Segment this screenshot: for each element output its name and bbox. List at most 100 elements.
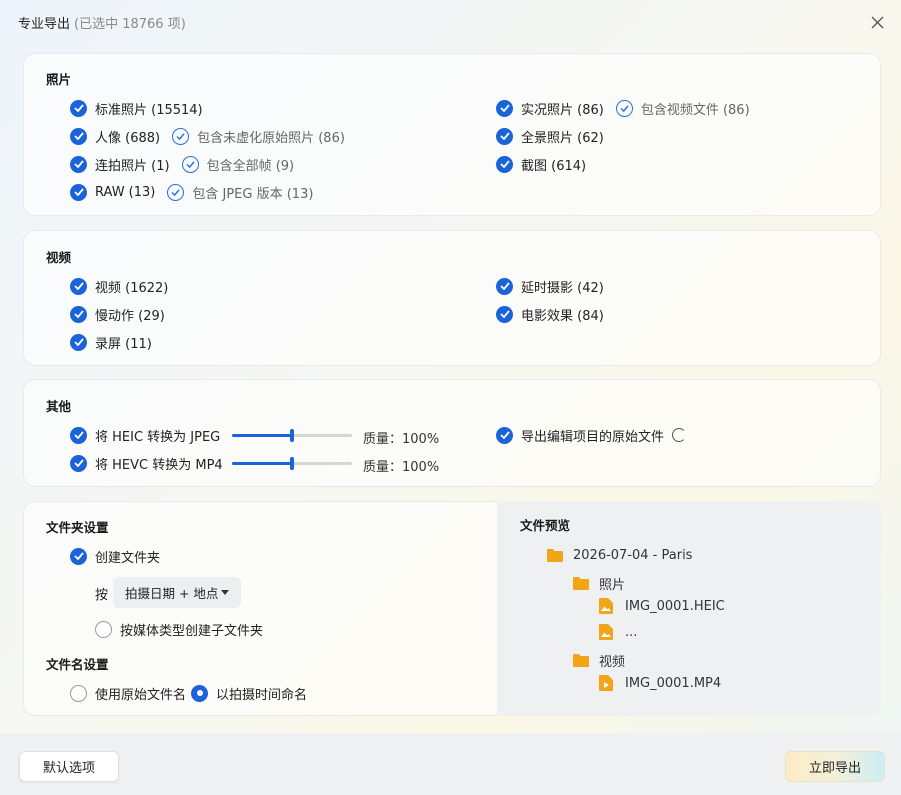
folder-by-value: 拍摄日期 + 地点 [125,586,219,601]
photo-portrait-option[interactable]: 人像 (688) 包含未虚化原始照片 (86) [70,126,345,146]
check-icon [73,104,84,112]
videos-section-title: 视频 [46,250,72,265]
checkbox-checked[interactable] [70,183,87,201]
export-originals-option[interactable]: 导出编辑项目的原始文件 [496,425,687,445]
photo-panorama-option[interactable]: 全景照片 (62) [496,126,604,146]
radio-checked[interactable] [191,684,208,702]
photo-screenshot-label: 截图 (614) [521,158,587,174]
create-folder-option[interactable]: 创建文件夹 [70,546,160,566]
photo-raw-label: RAW (13) [95,184,156,200]
check-icon [176,132,185,140]
video-timelapse-option[interactable]: 延时摄影 (42) [496,276,604,296]
check-icon [73,132,84,140]
photo-panorama-label: 全景照片 (62) [521,130,604,146]
close-button[interactable] [867,12,887,32]
sub-checkbox-checked[interactable] [167,183,185,201]
check-icon [73,459,84,467]
checkbox-checked[interactable] [70,305,87,323]
check-icon [499,282,510,290]
other-section-title: 其他 [46,399,72,414]
slider-thumb[interactable] [290,456,294,470]
sub-checkbox-checked[interactable] [172,127,190,145]
file-preview-title: 文件预览 [520,518,571,533]
photo-raw-option[interactable]: RAW (13) 包含 JPEG 版本 (13) [70,182,313,202]
heic-convert-option[interactable]: 将 HEIC 转换为 JPEG [70,425,220,445]
check-icon [499,104,510,112]
heic-convert-label: 将 HEIC 转换为 JPEG [95,429,221,445]
folder-by-dropdown[interactable]: 拍摄日期 + 地点 [113,577,241,608]
video-video-option[interactable]: 视频 (1622) [70,276,168,296]
folder-settings-title: 文件夹设置 [46,520,109,535]
checkbox-checked[interactable] [70,547,87,565]
checkbox-checked[interactable] [70,454,87,472]
close-icon [871,16,883,28]
tree-file-more-label: ... [625,624,638,640]
photo-burst-label: 连拍照片 (1) [95,158,170,174]
tree-file-mp4-label: IMG_0001.MP4 [625,675,722,691]
radio-unchecked[interactable] [95,620,112,638]
video-screenrec-label: 录屏 (11) [95,336,152,352]
default-options-button[interactable]: 默认选项 [19,751,119,782]
check-icon [73,188,84,196]
checkbox-checked[interactable] [70,99,87,117]
tree-videos-folder: 视频 [573,651,625,670]
photo-standard-option[interactable]: 标准照片 (15514) [70,98,203,118]
video-screenrec-option[interactable]: 录屏 (11) [70,332,152,352]
photo-portrait-sub-label: 包含未虚化原始照片 (86) [197,130,345,146]
checkbox-checked[interactable] [70,426,87,444]
sub-checkbox-checked[interactable] [615,99,633,117]
sub-checkbox-checked[interactable] [181,155,199,173]
video-slowmo-label: 慢动作 (29) [95,308,165,324]
video-cinematic-option[interactable]: 电影效果 (84) [496,304,604,324]
folder-by-label: 按 [95,587,109,603]
folder-icon [547,549,563,562]
photo-live-option[interactable]: 实况照片 (86) 包含视频文件 (86) [496,98,750,118]
check-icon [73,431,84,439]
checkbox-checked[interactable] [70,277,87,295]
slider-thumb[interactable] [290,428,294,442]
check-icon [73,282,84,290]
export-now-button[interactable]: 立即导出 [785,751,885,782]
checkbox-checked[interactable] [70,333,87,351]
check-icon [73,160,84,168]
photo-screenshot-option[interactable]: 截图 (614) [496,154,586,174]
selection-count: (已选中 18766 项) [74,16,186,32]
tree-root-label: 2026-07-04 - Paris [573,548,693,563]
image-file-icon [599,598,613,614]
checkbox-checked[interactable] [496,155,513,173]
video-slowmo-option[interactable]: 慢动作 (29) [70,304,165,324]
media-subfolder-label: 按媒体类型创建子文件夹 [120,623,264,639]
media-subfolder-option[interactable]: 按媒体类型创建子文件夹 [95,619,263,639]
check-icon [499,431,510,439]
tree-file-mp4: IMG_0001.MP4 [599,675,721,691]
tree-photos-folder: 照片 [573,574,625,593]
checkbox-checked[interactable] [496,426,513,444]
hevc-convert-label: 将 HEVC 转换为 MP4 [95,457,223,473]
tree-videos-label: 视频 [599,655,626,670]
checkbox-checked[interactable] [70,155,87,173]
checkbox-checked[interactable] [496,277,513,295]
hevc-quality-label: 质量：100% [363,460,440,475]
heic-quality-slider[interactable] [232,428,352,442]
tree-photos-label: 照片 [599,578,626,593]
hevc-convert-option[interactable]: 将 HEVC 转换为 MP4 [70,453,223,473]
radio-unchecked[interactable] [70,684,87,702]
check-icon [186,160,195,168]
video-timelapse-label: 延时摄影 (42) [521,280,604,296]
check-icon [620,104,629,112]
photo-raw-sub-label: 包含 JPEG 版本 (13) [192,186,314,202]
video-cinematic-label: 电影效果 (84) [521,308,604,324]
dialog-title: 专业导出 [18,16,71,32]
checkbox-checked[interactable] [496,127,513,145]
photo-portrait-label: 人像 (688) [95,130,161,146]
checkbox-checked[interactable] [70,127,87,145]
checkbox-checked[interactable] [496,99,513,117]
footer-bar [0,733,901,795]
export-originals-label: 导出编辑项目的原始文件 [521,429,665,445]
photo-burst-option[interactable]: 连拍照片 (1) 包含全部帧 (9) [70,154,294,174]
checkbox-checked[interactable] [496,305,513,323]
folder-icon [573,654,589,667]
hevc-quality-slider[interactable] [232,456,352,470]
time-filename-option[interactable]: 以拍摄时间命名 [191,683,307,703]
original-filename-option[interactable]: 使用原始文件名 [70,683,186,703]
